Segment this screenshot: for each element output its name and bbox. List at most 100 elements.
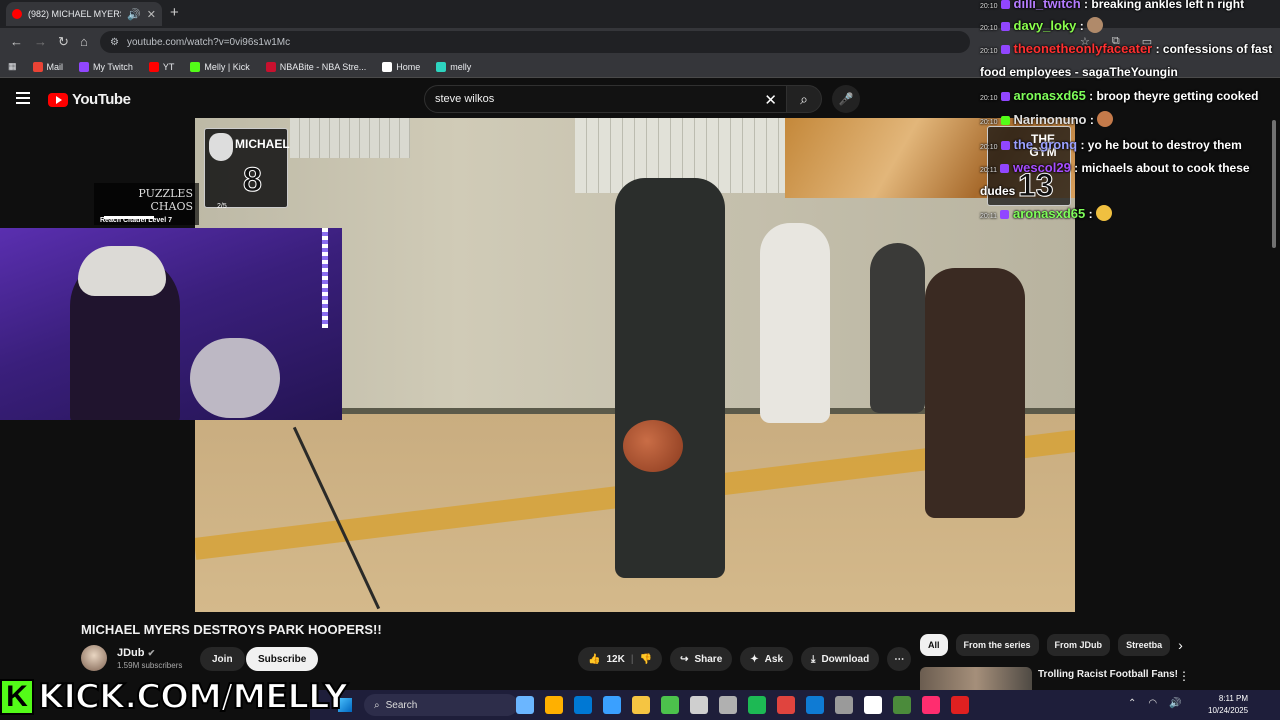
- join-button[interactable]: Join: [200, 647, 245, 671]
- back-icon[interactable]: ←: [10, 34, 23, 49]
- channel-name[interactable]: JDub ✔: [117, 647, 182, 659]
- like-button[interactable]: 👍 12K | 👎: [578, 647, 663, 671]
- gmail-icon: [32, 61, 43, 72]
- browser-tab[interactable]: (982) MICHAEL MYERS DES 🔊 ✕: [6, 2, 162, 26]
- ask-label: Ask: [764, 653, 784, 665]
- voice-search-button[interactable]: 🎤: [832, 85, 860, 113]
- home-icon[interactable]: ⌂: [80, 34, 88, 49]
- youtube-logo[interactable]: YouTube: [48, 91, 131, 108]
- bookmark-mail[interactable]: Mail: [32, 61, 63, 72]
- download-label: Download: [821, 653, 870, 665]
- player-michael: [615, 178, 725, 578]
- recommended-thumbnail[interactable]: [920, 667, 1032, 691]
- menu-icon[interactable]: [16, 92, 30, 104]
- score-card-michael: MICHAEL 8 2/5: [204, 128, 290, 210]
- taskbar-app-icon[interactable]: [835, 696, 853, 714]
- taskbar-search[interactable]: ⌕ Search: [364, 694, 518, 716]
- puzzle-goal-overlay: PUZZLES CHAOS Reach Citadel Level 7: [94, 183, 199, 225]
- new-tab-button[interactable]: +: [170, 4, 179, 21]
- clock[interactable]: 8:11 PM 10/24/2025: [1208, 693, 1248, 717]
- taskbar-app-icon[interactable]: [603, 696, 621, 714]
- youtube-icon: [148, 61, 159, 72]
- channel-avatar[interactable]: [81, 645, 107, 671]
- twitch-badge-icon: [1000, 45, 1010, 54]
- led-strip: [322, 228, 328, 328]
- bookmark-yt[interactable]: YT: [148, 61, 174, 72]
- chip-from-series[interactable]: From the series: [955, 634, 1039, 656]
- chat-message: 20:11 wescol29 : michaels about to cook t…: [980, 158, 1278, 201]
- recommended-title[interactable]: Trolling Racist Football Fans!: [1038, 669, 1178, 680]
- wifi-icon[interactable]: ◠: [1148, 698, 1157, 709]
- chat-time: 20:10: [980, 119, 998, 126]
- system-tray: ⌃ ◠ 🔊: [1128, 698, 1182, 709]
- forward-icon[interactable]: →: [34, 34, 47, 49]
- taskbar-app-icon[interactable]: [516, 696, 534, 714]
- site-info-icon[interactable]: ⚙: [110, 37, 119, 48]
- thumbs-down-icon[interactable]: 👎: [640, 654, 652, 665]
- bookmark-melly[interactable]: melly: [436, 61, 471, 72]
- reload-icon[interactable]: ↻: [58, 34, 69, 50]
- download-button[interactable]: ⤓ Download: [801, 647, 880, 671]
- download-icon: ⤓: [811, 653, 816, 665]
- chat-time: 20:11: [980, 167, 997, 174]
- twitch-badge-icon: [1000, 0, 1010, 9]
- subscribe-button[interactable]: Subscribe: [246, 647, 319, 671]
- bookmark-nbabite[interactable]: NBABite - NBA Stre...: [265, 61, 366, 72]
- taskbar-app-icon[interactable]: [690, 696, 708, 714]
- scrollbar[interactable]: [1272, 120, 1276, 248]
- bookmark-melly-kick[interactable]: Melly | Kick: [190, 61, 250, 72]
- taskbar-apps: [516, 696, 969, 714]
- chevron-right-icon[interactable]: ›: [1178, 637, 1183, 653]
- taskbar-app-icon[interactable]: [922, 696, 940, 714]
- taskbar-app-icon[interactable]: [893, 696, 911, 714]
- kick-icon: [190, 61, 201, 72]
- bookmark-home[interactable]: Home: [382, 61, 420, 72]
- chevron-up-icon[interactable]: ⌃: [1128, 698, 1136, 709]
- chip-from-jdub[interactable]: From JDub: [1046, 634, 1111, 656]
- verified-icon: ✔: [147, 647, 156, 658]
- taskbar-app-icon[interactable]: [806, 696, 824, 714]
- taskbar-app-icon[interactable]: [748, 696, 766, 714]
- share-icon: ↪: [680, 653, 689, 665]
- share-button[interactable]: ↪ Share: [670, 647, 733, 671]
- chip-streetball[interactable]: Streetba: [1118, 634, 1171, 656]
- apps-grid-icon[interactable]: ▦: [8, 61, 17, 72]
- recommended-video[interactable]: Trolling Racist Football Fans! ⋮: [920, 667, 1280, 691]
- player-defender: [925, 268, 1025, 518]
- puzzle-progress-bar: [104, 216, 154, 219]
- subscriber-count: 1.59M subscribers: [117, 660, 183, 670]
- taskbar-app-icon[interactable]: [574, 696, 592, 714]
- taskbar-app-icon[interactable]: [951, 696, 969, 714]
- close-tab-icon[interactable]: ✕: [147, 8, 156, 21]
- more-icon: ⋯: [894, 653, 905, 665]
- search-input[interactable]: steve wilkos ✕: [424, 85, 788, 113]
- search-value: steve wilkos: [435, 93, 495, 105]
- x-icon: [382, 61, 393, 72]
- taskbar-app-icon[interactable]: [661, 696, 679, 714]
- speaker-icon[interactable]: 🔊: [127, 8, 141, 21]
- more-vert-icon[interactable]: ⋮: [1178, 669, 1190, 683]
- taskbar-app-icon[interactable]: [545, 696, 563, 714]
- streamer-webcam: [0, 228, 342, 420]
- video-title: MICHAEL MYERS DESTROYS PARK HOOPERS!!: [81, 622, 382, 637]
- chat-username: Narinonuno: [1013, 112, 1087, 127]
- volume-icon[interactable]: 🔊: [1169, 698, 1181, 709]
- taskbar-app-icon[interactable]: [864, 696, 882, 714]
- taskbar-app-icon[interactable]: [632, 696, 650, 714]
- url-field[interactable]: ⚙ youtube.com/watch?v=0vi96s1w1Mc: [100, 31, 970, 53]
- taskbar-search-label: Search: [385, 699, 418, 711]
- chat-username: theonetheonlyfaceater: [1013, 41, 1153, 56]
- clear-search-icon[interactable]: ✕: [764, 91, 777, 109]
- bookmark-my-twitch[interactable]: My Twitch: [79, 61, 133, 72]
- chat-message: 20:10 theonetheonlyfaceater : confessions…: [980, 39, 1278, 82]
- chat-message: 20:10 aronasxd65 : broop theyre getting c…: [980, 84, 1278, 111]
- search-button[interactable]: ⌕: [786, 85, 822, 113]
- kick-banner: K KICK.COM/MELLY: [0, 676, 349, 718]
- chip-all[interactable]: All: [920, 634, 948, 656]
- taskbar-app-icon[interactable]: [719, 696, 737, 714]
- more-actions-button[interactable]: ⋯: [887, 647, 912, 671]
- ask-button[interactable]: ✦ Ask: [740, 647, 794, 671]
- taskbar-app-icon[interactable]: [777, 696, 795, 714]
- chat-message: 20:10 Narinonuno :: [980, 108, 1278, 135]
- plush-toy: [190, 338, 280, 418]
